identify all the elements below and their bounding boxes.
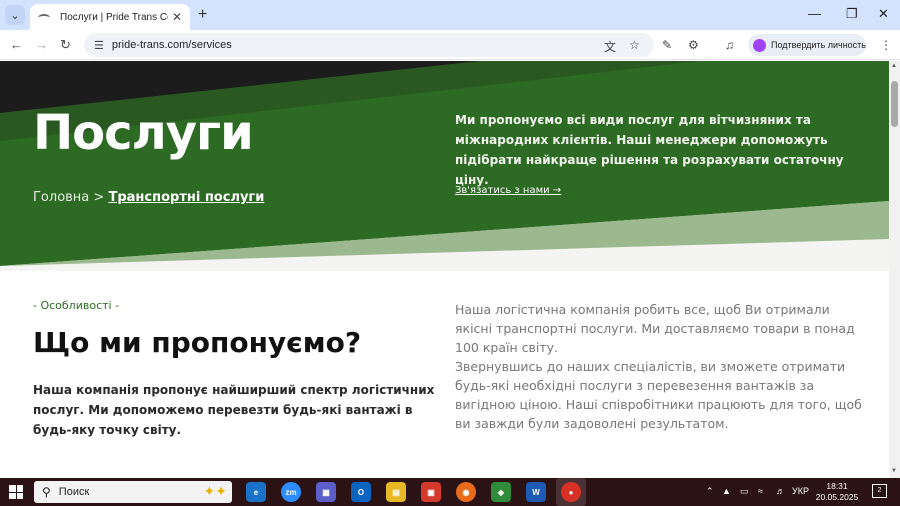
battery-icon[interactable]: ▭ xyxy=(740,486,749,497)
tray-app-icon[interactable]: ▲ xyxy=(722,486,731,496)
hero-description: Ми пропонуємо всі види послуг для вітчиз… xyxy=(455,113,844,187)
address-bar[interactable]: ☰ pride-trans.com/services 文 ☆ xyxy=(84,33,654,57)
new-tab-button[interactable]: + xyxy=(198,6,207,24)
page-viewport: Послуги Головна > Транспортні послуги Ми… xyxy=(0,61,889,478)
windows-start-icon[interactable] xyxy=(9,485,23,499)
features-paragraph-2: Звернувшись до наших спеціалістів, ви зм… xyxy=(455,359,862,431)
gift-app-icon[interactable]: ▣ xyxy=(421,482,441,502)
wifi-icon[interactable]: ≈ xyxy=(758,486,763,496)
media-queue-icon[interactable]: ♫ xyxy=(725,38,734,52)
clock-time: 18:31 xyxy=(826,481,848,491)
site-info-icon[interactable]: ☰ xyxy=(94,39,104,52)
site-favicon-icon xyxy=(38,12,52,22)
profile-label: Подтвердить личность xyxy=(771,40,866,50)
volume-icon[interactable]: ♬ xyxy=(776,486,785,496)
chrome-icon[interactable]: ● xyxy=(561,482,581,502)
page-scrollbar[interactable]: ▲ ▼ xyxy=(889,61,900,478)
tab-strip: ⌄ Послуги | Pride Trans Company ✕ + — ❐ … xyxy=(0,0,900,30)
notification-badge[interactable]: 2 xyxy=(872,484,887,498)
breadcrumb-separator: > xyxy=(93,190,105,205)
tray-overflow-icon[interactable]: ⌃ xyxy=(706,486,714,497)
window-close-icon[interactable]: ✕ xyxy=(878,6,889,22)
features-description: Наша логістична компанія робить все, щоб… xyxy=(455,300,865,433)
language-indicator[interactable]: УКР xyxy=(792,486,809,496)
restore-icon[interactable]: ❐ xyxy=(846,6,858,22)
scroll-thumb[interactable] xyxy=(891,81,898,127)
breadcrumb-current[interactable]: Транспортні послуги xyxy=(108,190,264,205)
clock[interactable]: 18:31 20.05.2025 xyxy=(812,481,862,503)
profile-button[interactable]: Подтвердить личность xyxy=(748,34,866,56)
extension-pen-icon[interactable]: ✎ xyxy=(662,38,672,52)
search-highlight-icon: ✦✦ xyxy=(203,483,227,499)
extensions-puzzle-icon[interactable]: ⚙ xyxy=(688,38,699,52)
breadcrumb-home[interactable]: Головна xyxy=(33,190,89,205)
firefox-icon[interactable]: ◉ xyxy=(456,482,476,502)
minimize-icon[interactable]: — xyxy=(808,6,821,21)
features-paragraph-1: Наша логістична компанія робить все, щоб… xyxy=(455,302,855,355)
features-title: Що ми пропонуємо? xyxy=(33,326,362,359)
forward-icon[interactable]: → xyxy=(35,37,48,52)
breadcrumb: Головна > Транспортні послуги xyxy=(33,190,264,205)
features-tag: - Особливості - xyxy=(33,299,120,312)
page-title: Послуги xyxy=(33,105,254,161)
word-icon[interactable]: W xyxy=(526,482,546,502)
reload-icon[interactable]: ↻ xyxy=(60,37,71,53)
outlook-icon[interactable]: O xyxy=(351,482,371,502)
avatar xyxy=(753,38,766,52)
taskbar-search[interactable]: ⚲ Поиск ✦✦ xyxy=(34,481,232,503)
browser-tab[interactable]: Послуги | Pride Trans Company ✕ xyxy=(30,4,190,30)
file-explorer-icon[interactable]: ▤ xyxy=(386,482,406,502)
tab-search-button[interactable]: ⌄ xyxy=(5,5,25,25)
close-icon[interactable]: ✕ xyxy=(172,10,182,24)
zoom-icon[interactable]: zm xyxy=(281,482,301,502)
bookmark-star-icon[interactable]: ☆ xyxy=(629,38,640,52)
app-icon[interactable]: ◈ xyxy=(491,482,511,502)
features-lead: Наша компанія пропонує найширший спектр … xyxy=(33,383,435,437)
chevron-down-icon: ⌄ xyxy=(10,9,20,22)
browser-toolbar: ← → ↻ ☰ pride-trans.com/services 文 ☆ ✎ ⚙… xyxy=(0,30,900,60)
tab-title: Послуги | Pride Trans Company xyxy=(60,11,168,23)
scroll-down-icon[interactable]: ▼ xyxy=(891,468,897,474)
contact-link[interactable]: Зв'язатись з нами → xyxy=(455,185,561,196)
clock-date: 20.05.2025 xyxy=(815,492,859,502)
edge-icon[interactable]: e xyxy=(246,482,266,502)
menu-kebab-icon[interactable]: ⋮ xyxy=(880,38,892,52)
store-icon[interactable]: ▦ xyxy=(316,482,336,502)
url-text: pride-trans.com/services xyxy=(111,39,232,51)
search-icon: ⚲ xyxy=(42,485,51,499)
search-placeholder: Поиск xyxy=(58,486,90,498)
hero-section: Послуги Головна > Транспортні послуги Ми… xyxy=(0,61,889,271)
taskbar: ⚲ Поиск ✦✦ e zm ▦ O ▤ ▣ ◉ ◈ W ● ⌃ ▲ ▭ ≈ … xyxy=(0,478,900,506)
translate-icon[interactable]: 文 xyxy=(604,38,616,55)
back-icon[interactable]: ← xyxy=(10,37,23,52)
scroll-up-icon[interactable]: ▲ xyxy=(891,63,897,69)
